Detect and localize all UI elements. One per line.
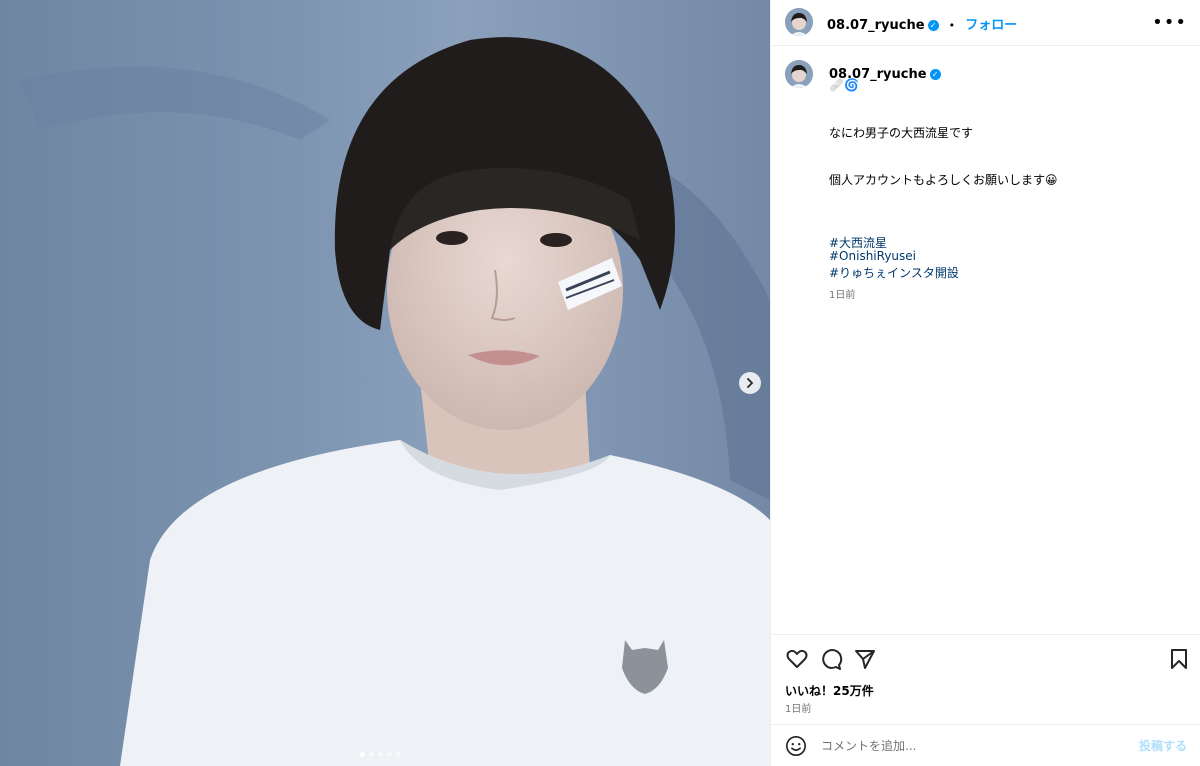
post-sidebar: 08.07_ryuche ✓ • フォロー ••• 08.07_ryuche ✓ 🩹…	[770, 0, 1200, 766]
caption-timestamp: 1日前	[829, 290, 856, 301]
verified-badge-icon: ✓	[927, 20, 939, 31]
bookmark-icon[interactable]	[1167, 647, 1191, 671]
chevron-right-icon	[747, 378, 754, 388]
carousel-dot	[387, 752, 392, 757]
comment-bar: 投稿する	[771, 724, 1200, 766]
action-bar	[771, 634, 1200, 684]
carousel-dot	[396, 752, 401, 757]
carousel-dot	[360, 752, 365, 757]
hashtag-link[interactable]: #OnishiRyusei	[829, 249, 916, 263]
like-count[interactable]: いいね！25万件	[785, 682, 874, 699]
post-photo	[0, 0, 770, 766]
more-horizontal-icon[interactable]: •••	[1152, 12, 1187, 33]
username-link[interactable]: 08.07_ryuche	[827, 18, 925, 33]
header-user-row: 08.07_ryuche ✓ • フォロー	[827, 14, 1017, 33]
caption-line-1: なにわ男子の大西流星です	[829, 126, 974, 140]
separator-dot: •	[948, 19, 956, 32]
carousel-indicator	[360, 752, 401, 757]
carousel-dot	[369, 752, 374, 757]
hashtag-link[interactable]: #りゅちぇインスタ開設	[829, 264, 959, 281]
post-comment-button[interactable]: 投稿する	[1139, 737, 1187, 754]
heart-icon[interactable]	[785, 647, 809, 671]
instagram-post-modal: 08.07_ryuche ✓ • フォロー ••• 08.07_ryuche ✓ 🩹…	[0, 0, 1200, 766]
carousel-dot	[378, 752, 383, 757]
post-date[interactable]: 1日前	[785, 700, 811, 715]
avatar-image	[785, 8, 813, 36]
photo-illustration	[20, 37, 770, 766]
avatar[interactable]	[785, 8, 813, 36]
verified-badge-icon: ✓	[929, 69, 941, 80]
avatar-image	[785, 60, 813, 88]
comment-icon[interactable]	[819, 647, 843, 671]
post-header: 08.07_ryuche ✓ • フォロー •••	[771, 0, 1200, 46]
next-slide-button[interactable]	[739, 372, 761, 394]
caption-emoji-line: 🩹🌀	[829, 78, 859, 92]
caption-line-2: 個人アカウントもよろしくお願いします😀	[829, 173, 1058, 187]
caption-avatar[interactable]	[785, 60, 813, 88]
follow-button[interactable]: フォロー	[965, 18, 1017, 33]
comment-input[interactable]	[819, 733, 1123, 759]
emoji-icon[interactable]	[785, 735, 807, 757]
share-icon[interactable]	[853, 647, 877, 671]
